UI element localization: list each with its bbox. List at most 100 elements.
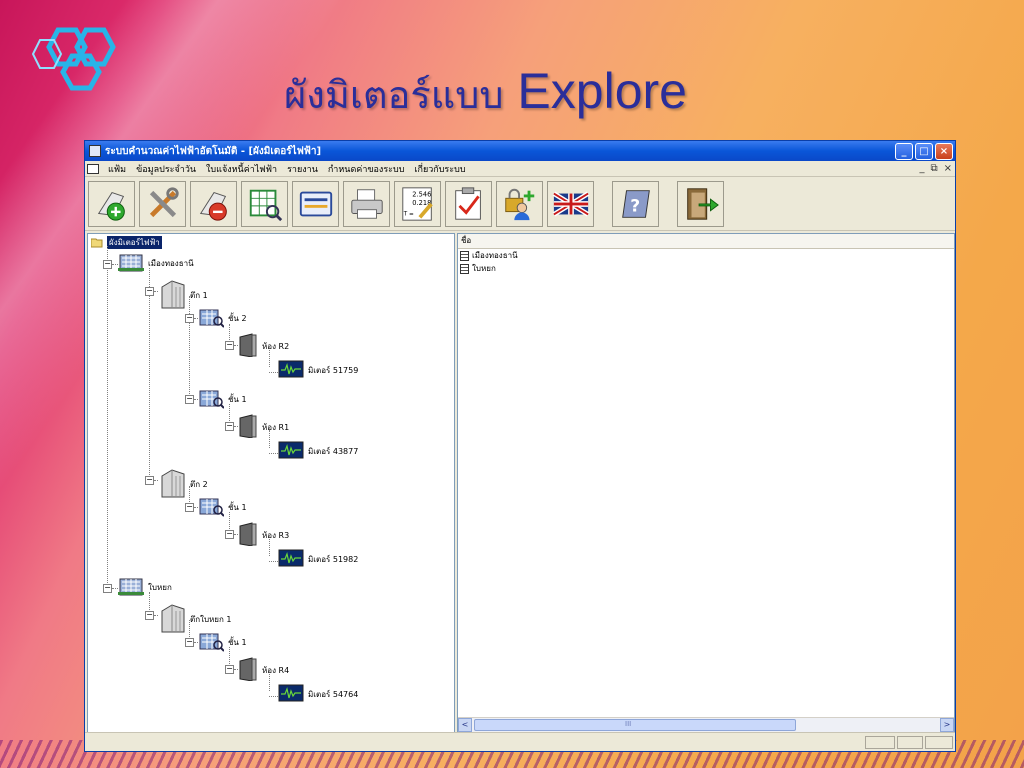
slide-title-english: Explore bbox=[517, 63, 687, 119]
maximize-button[interactable]: □ bbox=[915, 142, 933, 160]
calculator-icon: 2.546 0.218 T = bbox=[401, 186, 433, 221]
tree-node-label: ชั้น 1 bbox=[228, 637, 247, 647]
tree-node-floor[interactable]: ชั้น 2 bbox=[198, 306, 247, 330]
add-meter-icon bbox=[97, 191, 125, 221]
meter-icon bbox=[278, 684, 308, 704]
tree-collapse-toggle[interactable]: − bbox=[145, 611, 154, 620]
tree-node-room[interactable]: ห้อง R2 bbox=[238, 333, 289, 359]
mdi-restore-button[interactable]: ⧉ bbox=[927, 163, 940, 174]
tree-node-label: ใบหยก bbox=[148, 582, 172, 592]
exit-button[interactable] bbox=[677, 180, 724, 227]
scroll-left-button[interactable]: < bbox=[458, 718, 472, 732]
printer-icon bbox=[350, 188, 383, 219]
tree-line bbox=[269, 372, 278, 373]
menu-bar: แฟ้ม ข้อมูลประจำวัน ใบแจ้งหนี้ค่าไฟฟ้า ร… bbox=[85, 161, 955, 177]
tree-collapse-toggle[interactable]: − bbox=[225, 665, 234, 674]
checklist-icon bbox=[454, 186, 481, 220]
exit-door-icon bbox=[686, 187, 719, 220]
hexagon-logo-icon bbox=[31, 27, 116, 91]
form-icon bbox=[299, 191, 332, 216]
tools-icon bbox=[149, 186, 179, 217]
meter-tree[interactable]: ผังมิเตอร์ไฟฟ้า − เมืองทองธานี − ตึก 1 − ชั้น… bbox=[87, 233, 455, 733]
tree-node-meter[interactable]: มิเตอร์ 51759 bbox=[278, 360, 358, 380]
tree-collapse-toggle[interactable]: − bbox=[145, 287, 154, 296]
tree-collapse-toggle[interactable]: − bbox=[145, 476, 154, 485]
building-icon bbox=[158, 603, 190, 635]
tree-node-label: ตึกใบหยก 1 bbox=[190, 614, 232, 624]
site-icon bbox=[118, 576, 148, 598]
tree-node-floor[interactable]: ชั้น 1 bbox=[198, 495, 247, 519]
table-search-button[interactable] bbox=[241, 180, 288, 227]
scroll-thumb[interactable]: III bbox=[474, 719, 796, 731]
meter-icon bbox=[278, 441, 308, 461]
folder-open-icon bbox=[91, 238, 103, 247]
mdi-minimize-button[interactable]: _ bbox=[916, 163, 927, 174]
tree-collapse-toggle[interactable]: − bbox=[185, 395, 194, 404]
tree-collapse-toggle[interactable]: − bbox=[225, 530, 234, 539]
menu-file[interactable]: แฟ้ม bbox=[103, 162, 131, 176]
calculate-button[interactable]: 2.546 0.218 T = bbox=[394, 180, 441, 227]
tree-node-floor[interactable]: ชั้น 1 bbox=[198, 630, 247, 654]
list-column-header-name[interactable]: ชื่อ bbox=[458, 234, 954, 249]
tree-node-meter[interactable]: มิเตอร์ 43877 bbox=[278, 441, 358, 461]
tree-collapse-toggle[interactable]: − bbox=[225, 341, 234, 350]
language-button[interactable] bbox=[547, 180, 594, 227]
tree-collapse-toggle[interactable]: − bbox=[103, 260, 112, 269]
tree-collapse-toggle[interactable]: − bbox=[185, 503, 194, 512]
tree-node-meter[interactable]: มิเตอร์ 54764 bbox=[278, 684, 358, 704]
form-button[interactable] bbox=[292, 180, 339, 227]
close-button[interactable]: × bbox=[935, 142, 953, 160]
list-item[interactable]: เมืองทองธานี bbox=[458, 249, 954, 262]
tree-node-site[interactable]: ใบหยก bbox=[118, 576, 172, 598]
room-door-icon bbox=[238, 414, 262, 440]
menu-invoice[interactable]: ใบแจ้งหนี้ค่าไฟฟ้า bbox=[201, 162, 282, 176]
minimize-button[interactable]: _ bbox=[895, 142, 913, 160]
floor-icon bbox=[198, 630, 228, 654]
site-icon bbox=[118, 252, 148, 274]
calc-value-1: 2.546 bbox=[412, 190, 431, 198]
tree-node-label: ชั้น 1 bbox=[228, 394, 247, 404]
document-icon[interactable] bbox=[87, 163, 99, 174]
user-lock-button[interactable] bbox=[496, 180, 543, 227]
scroll-grip: III bbox=[625, 720, 632, 728]
menu-settings[interactable]: กำหนดค่าของระบบ bbox=[323, 162, 410, 176]
tree-root[interactable]: ผังมิเตอร์ไฟฟ้า bbox=[91, 236, 162, 249]
tree-collapse-toggle[interactable]: − bbox=[185, 638, 194, 647]
tree-collapse-toggle[interactable]: − bbox=[103, 584, 112, 593]
checklist-button[interactable] bbox=[445, 180, 492, 227]
tree-collapse-toggle[interactable]: − bbox=[225, 422, 234, 431]
tree-node-room[interactable]: ห้อง R4 bbox=[238, 657, 289, 683]
floor-icon bbox=[198, 306, 228, 330]
tree-node-floor[interactable]: ชั้น 1 bbox=[198, 387, 247, 411]
tree-line bbox=[269, 696, 278, 697]
menu-about[interactable]: เกี่ยวกับระบบ bbox=[409, 162, 470, 176]
tree-node-label: ห้อง R1 bbox=[262, 422, 290, 432]
print-button[interactable] bbox=[343, 180, 390, 227]
menu-report[interactable]: รายงาน bbox=[282, 162, 323, 176]
status-bar bbox=[85, 732, 955, 751]
tools-button[interactable] bbox=[139, 180, 186, 227]
window-title: ระบบคำนวณค่าไฟฟ้าอัตโนมัติ - [ผังมิเตอร์… bbox=[105, 145, 322, 157]
tree-node-room[interactable]: ห้อง R1 bbox=[238, 414, 289, 440]
room-door-icon bbox=[238, 333, 262, 359]
add-meter-button[interactable] bbox=[88, 180, 135, 227]
help-button[interactable]: ? bbox=[612, 180, 659, 227]
remove-meter-button[interactable] bbox=[190, 180, 237, 227]
floor-icon bbox=[198, 495, 228, 519]
slide-title-thai: ผังมิเตอร์แบบ bbox=[284, 73, 504, 117]
tree-node-label: มิเตอร์ 51982 bbox=[308, 554, 359, 564]
building-icon bbox=[158, 279, 190, 311]
tree-node-meter[interactable]: มิเตอร์ 51982 bbox=[278, 549, 358, 569]
tree-collapse-toggle[interactable]: − bbox=[185, 314, 194, 323]
toolbar: 2.546 0.218 T = ? bbox=[85, 177, 955, 231]
tree-node-room[interactable]: ห้อง R3 bbox=[238, 522, 289, 548]
menu-daily-data[interactable]: ข้อมูลประจำวัน bbox=[131, 162, 201, 176]
tree-node-site[interactable]: เมืองทองธานี bbox=[118, 252, 194, 274]
room-door-icon bbox=[238, 522, 262, 548]
status-panel bbox=[865, 736, 895, 749]
window-titlebar[interactable]: ระบบคำนวณค่าไฟฟ้าอัตโนมัติ - [ผังมิเตอร์… bbox=[85, 141, 955, 161]
mdi-close-button[interactable]: × bbox=[941, 163, 955, 174]
list-item[interactable]: ใบหยก bbox=[458, 262, 954, 275]
horizontal-scrollbar[interactable]: < III > bbox=[458, 717, 954, 732]
scroll-right-button[interactable]: > bbox=[940, 718, 954, 732]
